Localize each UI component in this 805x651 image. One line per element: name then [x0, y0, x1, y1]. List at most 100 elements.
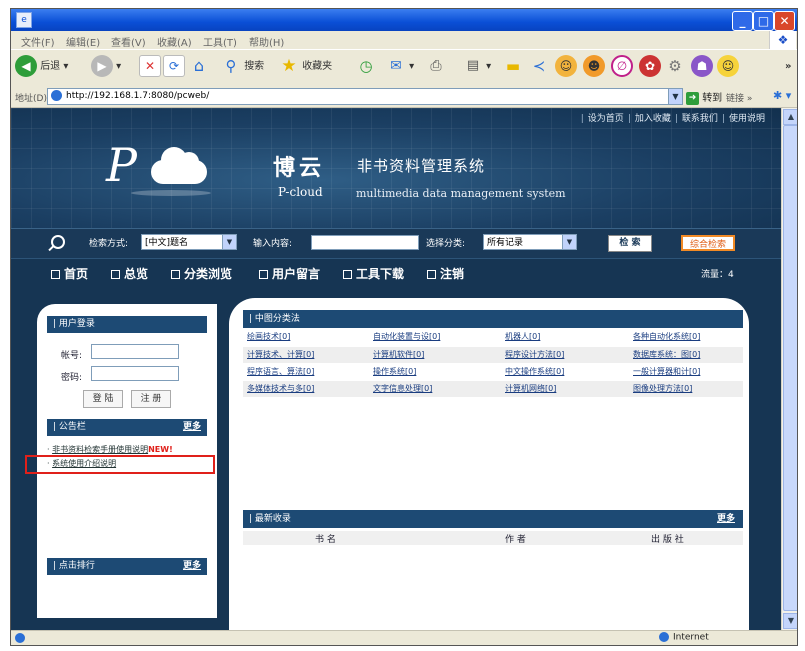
set-homepage-link[interactable]: 设为首页 — [588, 114, 624, 124]
latest-more-link[interactable]: 更多 — [717, 510, 735, 528]
user-button[interactable]: ☗ — [691, 55, 713, 79]
nav-messages[interactable]: 用户留言 — [259, 265, 320, 282]
contact-link[interactable]: 联系我们 — [682, 114, 718, 124]
toolbar-overflow-icon[interactable]: » — [785, 55, 791, 79]
search-button[interactable]: ⚲ 搜索 — [221, 55, 265, 79]
edit-button[interactable]: ▤ ▾ — [463, 55, 491, 79]
login-button[interactable]: 登 陆 — [83, 390, 123, 408]
share-button[interactable]: ≺ — [529, 55, 549, 79]
print-icon: ⎙ — [430, 58, 442, 74]
home-button[interactable]: ⌂ — [189, 55, 209, 79]
go-arrow-icon: ➜ — [686, 91, 699, 105]
mail-icon: ✉ — [390, 58, 402, 74]
bullet-icon — [427, 270, 436, 279]
stop-button[interactable]: ✕ — [139, 55, 161, 79]
register-button[interactable]: 注 册 — [131, 390, 171, 408]
category-link[interactable]: 文字信息处理[0] — [373, 383, 432, 394]
advanced-search-button[interactable]: 综合检索 — [681, 235, 735, 251]
brand-name-cn: 博云 — [273, 155, 326, 181]
category-link[interactable]: 操作系统[0] — [373, 366, 416, 377]
ban-button[interactable]: ∅ — [611, 55, 633, 79]
back-button[interactable]: ◀ 后退 ▾ — [15, 55, 68, 79]
nav-overview[interactable]: 总览 — [111, 265, 148, 282]
menu-view[interactable]: 查看(V) — [111, 34, 146, 49]
history-button[interactable]: ◷ — [356, 55, 376, 79]
category-row: 绘画技术[0] 自动化装置与设[0] 机器人[0] 各种自动化系统[0] — [243, 331, 743, 347]
category-link[interactable]: 中文操作系统[0] — [505, 366, 564, 377]
share-icon: ≺ — [532, 57, 546, 75]
minimize-button[interactable]: _ — [732, 11, 753, 31]
menu-edit[interactable]: 编辑(E) — [66, 34, 100, 49]
go-button[interactable]: ➜ 转到 — [686, 89, 722, 105]
page-icon — [51, 90, 62, 101]
nav-category-browse[interactable]: 分类浏览 — [171, 265, 232, 282]
address-input[interactable]: http://192.168.1.7:8080/pcweb/ — [47, 88, 669, 105]
research-button[interactable]: ✿ — [639, 55, 661, 79]
links-button[interactable]: 链接 » — [726, 91, 752, 104]
forward-arrow-icon: ▶ — [91, 55, 113, 77]
folder-button[interactable]: ▬ — [503, 55, 523, 79]
vertical-scrollbar[interactable]: ▲ ▼ — [781, 108, 797, 630]
column-title: 书 名 — [315, 535, 336, 545]
category-link[interactable]: 程序设计方法[0] — [505, 349, 564, 360]
category-link[interactable]: 多媒体技术与多[0] — [247, 383, 314, 394]
search-method-select[interactable]: [中文]题名 ▼ — [141, 234, 237, 250]
menu-help[interactable]: 帮助(H) — [249, 34, 284, 49]
rank-section-title: | 点击排行 更多 — [47, 558, 207, 575]
refresh-button[interactable]: ⟳ — [163, 55, 185, 79]
messenger-button[interactable]: ☺ — [555, 55, 577, 79]
nav-home[interactable]: 首页 — [51, 265, 88, 282]
logo-shadow — [131, 190, 211, 196]
search-input-label: 输入内容: — [253, 239, 293, 249]
classification-title: | 中图分类法 — [243, 310, 743, 328]
maximize-button[interactable]: □ — [753, 11, 774, 31]
globe-icon — [659, 632, 669, 642]
category-label: 选择分类: — [426, 239, 466, 249]
category-link[interactable]: 自动化装置与设[0] — [373, 331, 440, 342]
close-button[interactable]: ✕ — [774, 11, 795, 31]
browser-window: e _ □ ✕ 文件(F) 编辑(E) 查看(V) 收藏(A) 工具(T) 帮助… — [10, 8, 798, 646]
category-link[interactable]: 一般计算器和计[0] — [633, 366, 700, 377]
mail-button[interactable]: ✉ ▾ — [386, 55, 414, 79]
extension-icon[interactable]: ✱ ▾ — [773, 89, 791, 102]
scroll-down-icon[interactable]: ▼ — [783, 613, 797, 629]
nav-logout[interactable]: 注销 — [427, 265, 464, 282]
category-link[interactable]: 绘画技术[0] — [247, 331, 290, 342]
password-input[interactable] — [91, 366, 179, 381]
favorites-button[interactable]: ★ 收藏夹 — [279, 55, 332, 79]
notice-more-link[interactable]: 更多 — [183, 419, 201, 436]
emoticon-button[interactable]: ☻ — [583, 55, 605, 79]
menu-bar: 文件(F) 编辑(E) 查看(V) 收藏(A) 工具(T) 帮助(H) — [11, 31, 797, 49]
category-link[interactable]: 机器人[0] — [505, 331, 540, 342]
address-bar: 地址(D) http://192.168.1.7:8080/pcweb/ ▼ ➜… — [11, 86, 797, 108]
category-link[interactable]: 图像处理方法[0] — [633, 383, 692, 394]
menu-tools[interactable]: 工具(T) — [203, 34, 237, 49]
search-input[interactable] — [311, 235, 419, 250]
search-submit-button[interactable]: 检 索 — [608, 235, 652, 252]
category-link[interactable]: 程序语言、算法[0] — [247, 366, 314, 377]
add-favorite-link[interactable]: 加入收藏 — [635, 114, 671, 124]
notice-item[interactable]: · 非书资料检索手册使用说明NEW! — [47, 444, 173, 455]
logo-letter: P — [106, 138, 137, 192]
account-input[interactable] — [91, 344, 179, 359]
category-select[interactable]: 所有记录 ▼ — [483, 234, 577, 250]
help-link[interactable]: 使用说明 — [729, 114, 765, 124]
scroll-thumb[interactable] — [783, 125, 797, 611]
category-link[interactable]: 各种自动化系统[0] — [633, 331, 700, 342]
rank-more-link[interactable]: 更多 — [183, 558, 201, 575]
search-bar: 检索方式: [中文]题名 ▼ 输入内容: 选择分类: 所有记录 ▼ 检 索 综合… — [11, 228, 781, 259]
category-link[interactable]: 计算机软件[0] — [373, 349, 424, 360]
user-icon: ☗ — [691, 55, 713, 77]
nav-downloads[interactable]: 工具下载 — [343, 265, 404, 282]
forward-button[interactable]: ▶ ▾ — [91, 55, 121, 79]
category-link[interactable]: 计算技术、计算[0] — [247, 349, 314, 360]
category-link[interactable]: 计算机网络[0] — [505, 383, 556, 394]
print-button[interactable]: ⎙ — [426, 55, 446, 79]
menu-favorites[interactable]: 收藏(A) — [157, 34, 192, 49]
category-link[interactable]: 数据库系统：图[0] — [633, 349, 700, 360]
address-dropdown[interactable]: ▼ — [668, 88, 683, 105]
smiley-button[interactable]: ☺ — [717, 55, 739, 79]
menu-file[interactable]: 文件(F) — [21, 34, 55, 49]
scroll-up-icon[interactable]: ▲ — [783, 109, 797, 125]
tools-button[interactable]: ⚙ — [665, 55, 685, 79]
